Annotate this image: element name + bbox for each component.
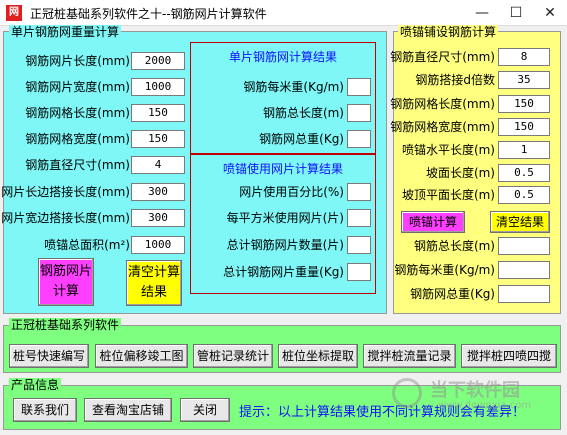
grid-width-label: 钢筋网格宽度(mm) bbox=[25, 132, 130, 146]
series-legend: 正冠桩基础系列软件 bbox=[9, 318, 122, 332]
mesh-width-input[interactable]: 1000 bbox=[131, 78, 185, 96]
r-overlap-factor-label: 钢筋搭接d倍数 bbox=[415, 73, 495, 87]
app-icon: 网 bbox=[6, 5, 22, 21]
pipe-pile-record-button[interactable]: 管桩记录统计 bbox=[193, 344, 273, 368]
mesh-per-sqm-label: 每平方米使用网片(片) bbox=[226, 211, 344, 225]
mesh-per-sqm-output[interactable] bbox=[347, 209, 371, 227]
close-window-button[interactable]: ✕ bbox=[533, 0, 567, 26]
r-diameter-input[interactable]: 8 bbox=[498, 48, 550, 66]
window-title: 正冠桩基础系列软件之十--钢筋网片计算软件 bbox=[30, 7, 267, 21]
wide-overlap-label: 网片宽边搭接长度(mm) bbox=[1, 211, 130, 225]
long-overlap-input[interactable]: 300 bbox=[131, 183, 185, 201]
mesh-results-title: 单片钢筋网计算结果 bbox=[228, 50, 337, 64]
watermark-logo-icon bbox=[392, 378, 422, 408]
mesh-length-label: 钢筋网片长度(mm) bbox=[25, 54, 130, 68]
maximize-button[interactable]: ☐ bbox=[499, 0, 533, 26]
r-diameter-label: 钢筋直径尺寸(mm) bbox=[390, 50, 495, 64]
mesh-length-input[interactable]: 2000 bbox=[131, 52, 185, 70]
r-top-length-input[interactable]: 0.5 bbox=[498, 186, 550, 204]
pile-number-button[interactable]: 桩号快速编写 bbox=[9, 344, 89, 368]
grid-length-label: 钢筋网格长度(mm) bbox=[25, 106, 130, 120]
pile-coordinate-button[interactable]: 桩位坐标提取 bbox=[278, 344, 358, 368]
total-mesh-count-output[interactable] bbox=[347, 236, 371, 254]
r-total-length-output[interactable] bbox=[498, 237, 550, 255]
watermark-url: www.downxia.com bbox=[438, 400, 532, 411]
total-length-label: 钢筋总长度(m) bbox=[262, 106, 344, 120]
rebar-diameter-label: 钢筋直径尺寸(mm) bbox=[25, 158, 130, 172]
product-legend: 产品信息 bbox=[9, 378, 62, 392]
r-total-length-label: 钢筋总长度(m) bbox=[413, 239, 495, 253]
contact-us-button[interactable]: 联系我们 bbox=[13, 398, 77, 422]
total-weight-output[interactable] bbox=[347, 130, 371, 148]
r-grid-width-input[interactable]: 150 bbox=[498, 118, 550, 136]
wide-overlap-input[interactable]: 300 bbox=[131, 209, 185, 227]
r-total-weight-output[interactable] bbox=[498, 285, 550, 303]
weight-per-meter-output[interactable] bbox=[347, 78, 371, 96]
r-grid-length-input[interactable]: 150 bbox=[498, 95, 550, 113]
single-mesh-legend: 单片钢筋网重量计算 bbox=[9, 25, 122, 39]
weight-per-meter-label: 钢筋每米重(Kg/m) bbox=[243, 80, 344, 94]
r-grid-width-label: 钢筋网格宽度(mm) bbox=[390, 120, 495, 134]
mesh-calc-button[interactable]: 钢筋网片计算 bbox=[38, 258, 94, 306]
r-overlap-factor-input[interactable]: 35 bbox=[498, 71, 550, 89]
spray-calc-button[interactable]: 喷锚计算 bbox=[401, 211, 465, 233]
r-weight-per-meter-output[interactable] bbox=[498, 261, 550, 279]
total-length-output[interactable] bbox=[347, 104, 371, 122]
r-slope-length-input[interactable]: 0.5 bbox=[498, 164, 550, 182]
pile-offset-button[interactable]: 桩位偏移竣工图 bbox=[95, 344, 188, 368]
r-slope-length-label: 坡面长度(m) bbox=[425, 166, 495, 180]
r-top-length-label: 坡顶平面长度(m) bbox=[401, 188, 495, 202]
rebar-diameter-input[interactable]: 4 bbox=[131, 156, 185, 174]
spray-area-label: 喷锚总面积(m²) bbox=[44, 238, 130, 252]
mesh-usage-pct-label: 网片使用百分比(%) bbox=[239, 185, 344, 199]
grid-width-input[interactable]: 150 bbox=[131, 130, 185, 148]
r-total-weight-label: 钢筋网总重(Kg) bbox=[410, 287, 495, 301]
r-horizontal-length-label: 喷锚水平长度(m) bbox=[401, 143, 495, 157]
mesh-clear-button[interactable]: 清空计算结果 bbox=[126, 260, 182, 306]
spray-rebar-legend: 喷锚铺设钢筋计算 bbox=[398, 25, 499, 39]
mesh-usage-pct-output[interactable] bbox=[347, 183, 371, 201]
total-mesh-count-label: 总计钢筋网片数量(片) bbox=[226, 238, 344, 252]
mixing-pile-flow-button[interactable]: 搅拌桩流量记录 bbox=[363, 344, 456, 368]
spray-results-title: 喷锚使用网片计算结果 bbox=[222, 162, 343, 176]
r-grid-length-label: 钢筋网格长度(mm) bbox=[390, 97, 495, 111]
spray-area-input[interactable]: 1000 bbox=[131, 236, 185, 254]
grid-length-input[interactable]: 150 bbox=[131, 104, 185, 122]
total-weight-label: 钢筋网总重(Kg) bbox=[259, 132, 344, 146]
watermark-text: 当下软件园 bbox=[430, 380, 520, 401]
long-overlap-label: 网片长边搭接长度(mm) bbox=[1, 185, 130, 199]
close-app-button[interactable]: 关闭 bbox=[180, 398, 230, 422]
mesh-width-label: 钢筋网片宽度(mm) bbox=[25, 80, 130, 94]
total-mesh-weight-label: 总计钢筋网片重量(Kg) bbox=[223, 265, 344, 279]
r-weight-per-meter-label: 钢筋每米重(Kg/m) bbox=[394, 263, 495, 277]
spray-clear-button[interactable]: 清空结果 bbox=[490, 211, 550, 233]
mixing-pile-four-button[interactable]: 搅拌桩四喷四搅 bbox=[461, 344, 557, 368]
title-bar: 网 正冠桩基础系列软件之十--钢筋网片计算软件 — ☐ ✕ bbox=[0, 0, 567, 26]
taobao-store-button[interactable]: 查看淘宝店铺 bbox=[84, 398, 172, 422]
r-horizontal-length-input[interactable]: 1 bbox=[498, 141, 550, 159]
minimize-button[interactable]: — bbox=[465, 0, 499, 26]
total-mesh-weight-output[interactable] bbox=[347, 263, 371, 281]
